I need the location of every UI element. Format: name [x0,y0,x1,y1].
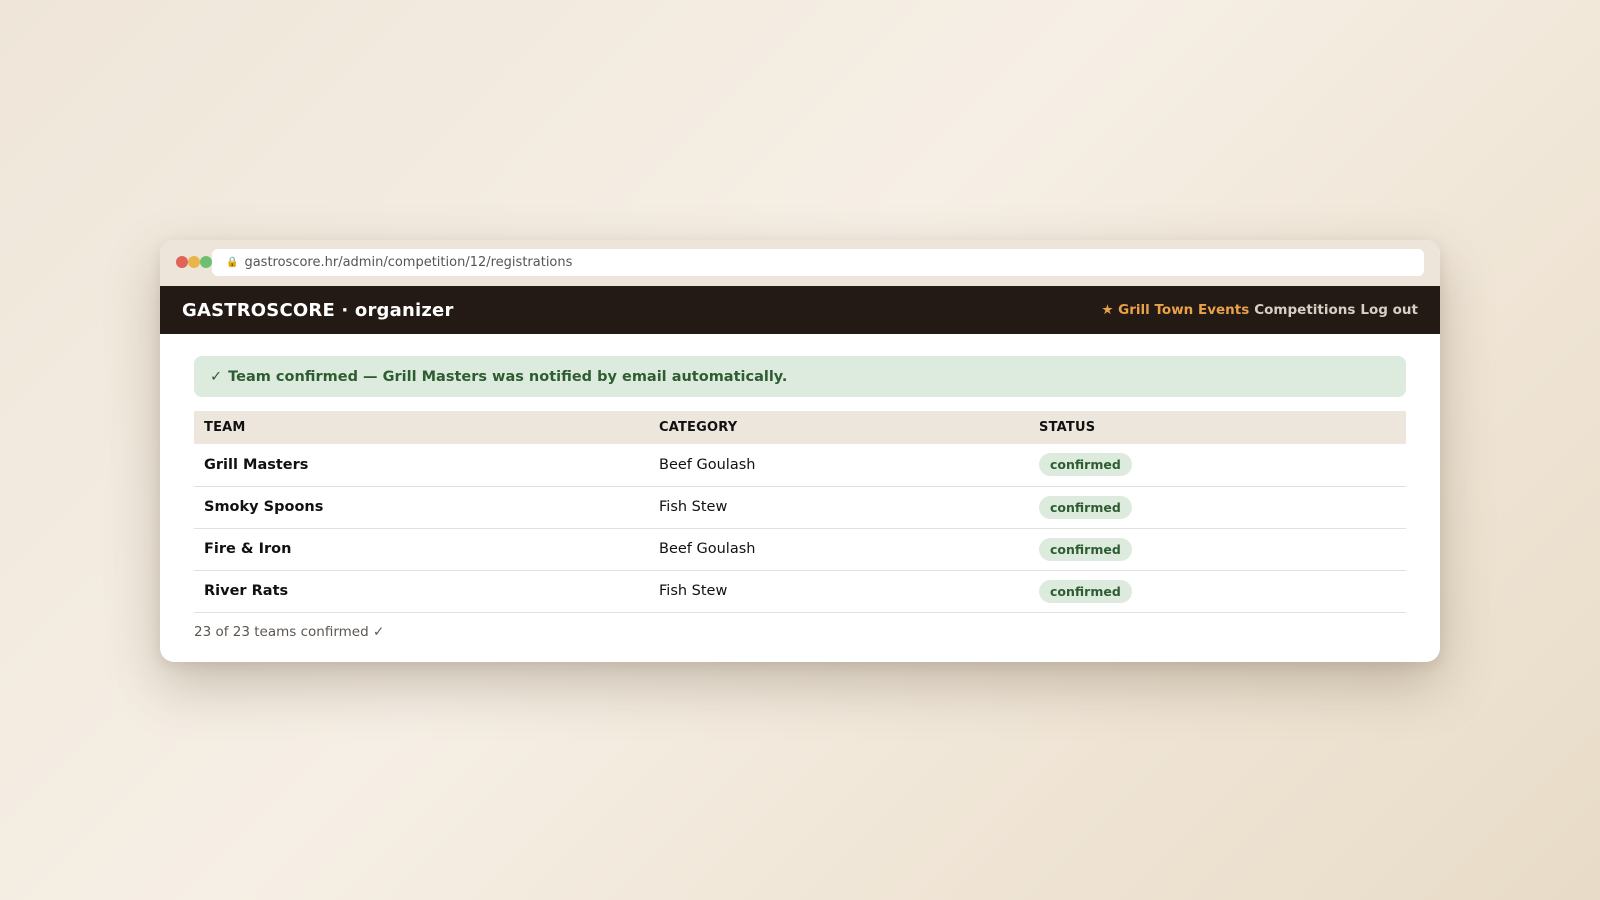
event-link[interactable]: ★ Grill Town Events [1101,302,1249,318]
table-row[interactable]: Fire & Iron Beef Goulash confirmed [194,528,1406,571]
team-name: Fire & Iron [194,528,649,571]
team-name: Grill Masters [194,444,649,487]
status-badge: confirmed [1039,579,1132,603]
browser-chrome: 🔒 gastroscore.hr/admin/competition/12/re… [160,240,1440,286]
alert-message: Team confirmed — Grill Masters was notif… [228,368,788,385]
brand-title: GASTROSCORE · organizer [182,299,454,321]
check-icon: ✓ [210,368,223,385]
status-cell: confirmed [1029,570,1406,613]
column-header-category[interactable]: CATEGORY [649,411,1029,444]
status-badge: confirmed [1039,537,1132,561]
browser-window: 🔒 gastroscore.hr/admin/competition/12/re… [160,240,1440,662]
status-cell: confirmed [1029,444,1406,487]
top-navbar: GASTROSCORE · organizer ★ Grill Town Eve… [160,286,1440,334]
table-header-row: TEAM CATEGORY STATUS [194,411,1406,444]
nav-links: ★ Grill Town Events Competitions Log out [1101,302,1418,318]
close-window-button[interactable] [176,256,188,268]
url-text: gastroscore.hr/admin/competition/12/regi… [244,255,573,270]
table-row[interactable]: Smoky Spoons Fish Stew confirmed [194,486,1406,529]
confirmed-count: 23 of 23 teams confirmed ✓ [194,623,385,640]
category-cell: Beef Goulash [649,444,1029,487]
lock-icon: 🔒 [226,257,239,268]
category-cell: Beef Goulash [649,528,1029,571]
team-name: Smoky Spoons [194,486,649,529]
minimize-window-button[interactable] [188,256,200,268]
column-header-status[interactable]: STATUS [1029,411,1406,444]
competitions-link[interactable]: Competitions [1254,302,1355,318]
success-alert: ✓ Team confirmed — Grill Masters was not… [194,356,1406,397]
team-name: River Rats [194,570,649,613]
status-badge: confirmed [1039,495,1132,519]
table-row[interactable]: River Rats Fish Stew confirmed [194,570,1406,613]
table-row[interactable]: Grill Masters Beef Goulash confirmed [194,444,1406,487]
column-header-team[interactable]: TEAM [194,411,649,444]
status-badge: confirmed [1039,453,1132,477]
category-cell: Fish Stew [649,570,1029,613]
category-cell: Fish Stew [649,486,1029,529]
main-content: ✓ Team confirmed — Grill Masters was not… [160,334,1440,640]
status-cell: confirmed [1029,528,1406,571]
logout-link[interactable]: Log out [1360,302,1418,318]
maximize-window-button[interactable] [200,256,212,268]
status-cell: confirmed [1029,486,1406,529]
registrations-table: TEAM CATEGORY STATUS Grill Masters Beef … [194,411,1406,613]
address-bar[interactable]: 🔒 gastroscore.hr/admin/competition/12/re… [212,249,1424,276]
